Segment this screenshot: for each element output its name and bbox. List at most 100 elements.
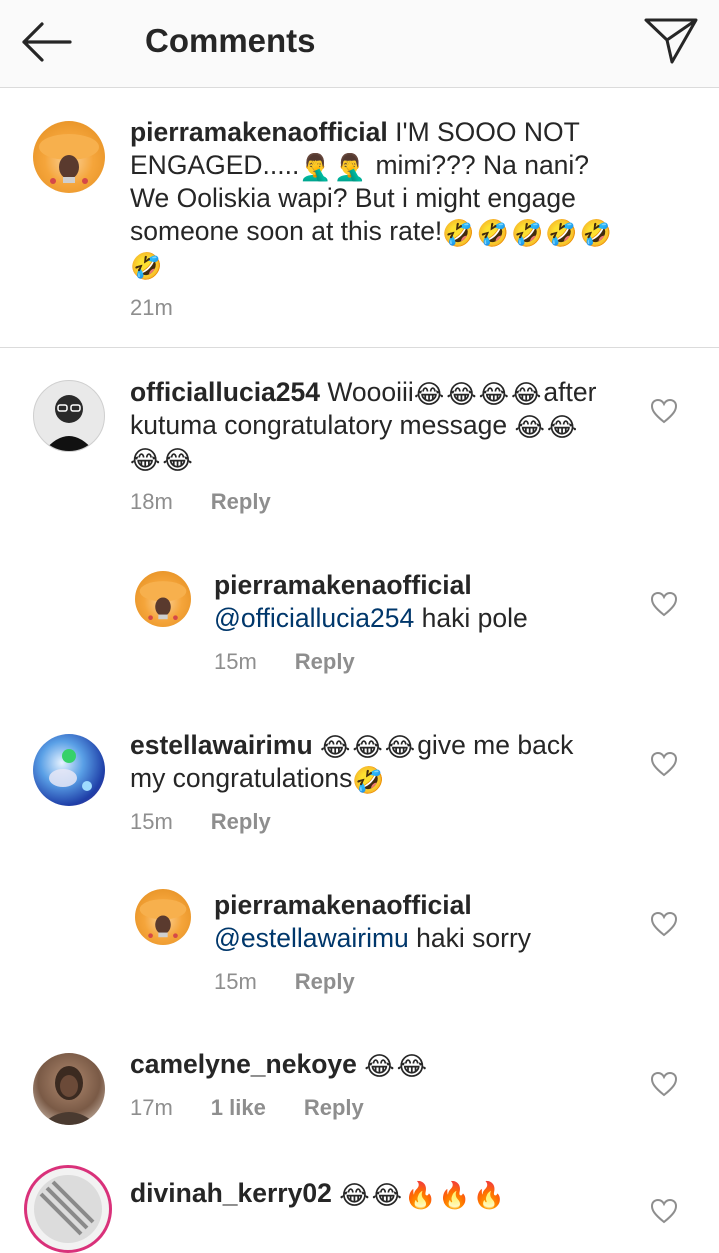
caption-line-4: someone soon at this rate!🤣🤣🤣🤣🤣 bbox=[130, 215, 614, 248]
reply-button[interactable]: Reply bbox=[211, 489, 271, 514]
like-heart-icon[interactable] bbox=[650, 751, 678, 777]
reply-button[interactable]: Reply bbox=[295, 649, 355, 674]
comment-text: give me back bbox=[417, 730, 574, 760]
rofl-emoji: 🤣 bbox=[130, 251, 163, 281]
comment-text: kutuma congratulatory message bbox=[130, 410, 508, 440]
like-heart-icon[interactable] bbox=[650, 1071, 678, 1097]
top-bar: Comments bbox=[0, 0, 719, 88]
joy-emoji: 😂 bbox=[446, 379, 477, 409]
rofl-emoji: 🤣 bbox=[476, 218, 510, 248]
rofl-emoji: 🤣 bbox=[511, 218, 544, 248]
comment-meta: 18m Reply bbox=[130, 489, 271, 515]
comment-line-1: officiallucia254 Woooiii😂😂😂😂after bbox=[130, 376, 596, 409]
avatar-image bbox=[39, 134, 99, 184]
caption-meta: 21m bbox=[130, 295, 173, 321]
timestamp: 17m bbox=[130, 1095, 173, 1120]
comment-line-1: pierramakenaofficial bbox=[214, 569, 472, 602]
comment-username[interactable]: camelyne_nekoye bbox=[130, 1049, 357, 1079]
joy-emoji: 😂 bbox=[130, 445, 161, 475]
comment-meta: 15m Reply bbox=[130, 809, 271, 835]
caption-username[interactable]: pierramakenaofficial bbox=[130, 117, 388, 147]
caption-line-2: ENGAGED.....🤦‍♂️🤦‍♂️ mimi??? Na nani? bbox=[130, 149, 589, 182]
caption-text: mimi??? Na nani? bbox=[375, 150, 590, 180]
avatar[interactable] bbox=[33, 121, 105, 193]
caption-text: ENGAGED..... bbox=[130, 150, 300, 180]
comment-line-1: estellawairimu 😂😂😂give me back bbox=[130, 729, 573, 762]
rofl-emoji: 🤣 bbox=[442, 218, 475, 248]
comment-username[interactable]: officiallucia254 bbox=[130, 377, 320, 407]
comment-text: haki sorry bbox=[416, 923, 532, 953]
timestamp: 18m bbox=[130, 489, 173, 514]
joy-emoji: 😂 bbox=[546, 412, 578, 442]
comment-line-2: @officiallucia254 haki pole bbox=[214, 602, 528, 635]
joy-emoji: 😂 bbox=[371, 1180, 402, 1210]
mention-link[interactable]: @estellawairimu bbox=[214, 923, 409, 953]
avatar-image bbox=[139, 899, 187, 938]
comment-text: my congratulations bbox=[130, 763, 353, 793]
mention-link[interactable]: @officiallucia254 bbox=[214, 603, 414, 633]
avatar-image bbox=[139, 581, 187, 620]
joy-emoji: 😂 bbox=[352, 732, 383, 762]
comment-line-2: kutuma congratulatory message 😂😂 bbox=[130, 409, 579, 442]
joy-emoji: 😂 bbox=[478, 379, 509, 409]
avatar[interactable] bbox=[33, 380, 105, 452]
comment-line-2: my congratulations🤣 bbox=[130, 762, 387, 795]
avatar[interactable] bbox=[33, 734, 105, 806]
comment-meta: 15m Reply bbox=[214, 649, 355, 675]
joy-emoji: 😂 bbox=[510, 379, 542, 409]
caption-text: I'M SOOO NOT bbox=[395, 117, 580, 147]
like-heart-icon[interactable] bbox=[650, 1198, 678, 1224]
comment-meta: 17m 1 like Reply bbox=[130, 1095, 364, 1121]
avatar-story-ring[interactable] bbox=[24, 1165, 112, 1253]
joy-emoji: 😂 bbox=[162, 445, 193, 475]
back-button[interactable] bbox=[18, 20, 74, 64]
caption-line-3: We Ooliskia wapi? But i might engage bbox=[130, 183, 576, 213]
fire-emoji: 🔥 bbox=[438, 1180, 471, 1210]
joy-emoji: 😂 bbox=[384, 732, 416, 762]
comment-meta: 15m Reply bbox=[214, 969, 355, 995]
comment-username[interactable]: estellawairimu bbox=[130, 730, 313, 760]
reply-button[interactable]: Reply bbox=[211, 809, 271, 834]
like-heart-icon[interactable] bbox=[650, 398, 678, 424]
like-heart-icon[interactable] bbox=[650, 911, 678, 937]
joy-emoji: 😂 bbox=[339, 1180, 370, 1210]
timestamp: 15m bbox=[214, 969, 257, 994]
avatar-image bbox=[34, 1175, 102, 1243]
share-button[interactable] bbox=[642, 14, 700, 68]
reply-button[interactable]: Reply bbox=[295, 969, 355, 994]
caption-line-5: 🤣 bbox=[130, 248, 164, 281]
avatar[interactable] bbox=[135, 571, 191, 627]
reply-button[interactable]: Reply bbox=[304, 1095, 364, 1120]
avatar[interactable] bbox=[135, 889, 191, 945]
timestamp: 15m bbox=[214, 649, 257, 674]
comment-line-2: @estellawairimu haki sorry bbox=[214, 922, 531, 955]
timestamp: 21m bbox=[130, 295, 173, 320]
back-arrow-icon bbox=[22, 22, 72, 62]
facepalm-emoji: 🤦‍♂️ bbox=[299, 152, 332, 182]
comment-username[interactable]: pierramakenaofficial bbox=[214, 570, 472, 600]
joy-emoji: 😂 bbox=[413, 379, 445, 409]
comment-line-3: 😂😂 bbox=[130, 442, 195, 475]
avatar-image bbox=[44, 395, 94, 451]
page-title: Comments bbox=[145, 22, 316, 59]
like-heart-icon[interactable] bbox=[650, 591, 678, 617]
comment-text: Woooiii bbox=[327, 377, 414, 407]
fire-emoji: 🔥 bbox=[403, 1180, 437, 1210]
facepalm-emoji: 🤦‍♂️ bbox=[333, 152, 367, 182]
likes-count[interactable]: 1 like bbox=[211, 1095, 266, 1120]
joy-emoji: 😂 bbox=[514, 412, 545, 442]
send-icon bbox=[644, 18, 698, 64]
joy-emoji: 😂 bbox=[364, 1051, 395, 1081]
comment-username[interactable]: divinah_kerry02 bbox=[130, 1178, 332, 1208]
rofl-emoji: 🤣 bbox=[579, 218, 613, 248]
comment-username[interactable]: pierramakenaofficial bbox=[214, 890, 472, 920]
rofl-emoji: 🤣 bbox=[545, 218, 578, 248]
caption-line-1: pierramakenaofficial I'M SOOO NOT bbox=[130, 116, 580, 149]
timestamp: 15m bbox=[130, 809, 173, 834]
avatar-image bbox=[41, 1066, 97, 1125]
avatar[interactable] bbox=[33, 1053, 105, 1125]
comment-line-1: divinah_kerry02 😂😂🔥🔥🔥 bbox=[130, 1177, 507, 1210]
post-caption: pierramakenaofficial I'M SOOO NOT ENGAGE… bbox=[0, 88, 719, 348]
comment-text: haki pole bbox=[421, 603, 528, 633]
joy-emoji: 😂 bbox=[320, 732, 351, 762]
